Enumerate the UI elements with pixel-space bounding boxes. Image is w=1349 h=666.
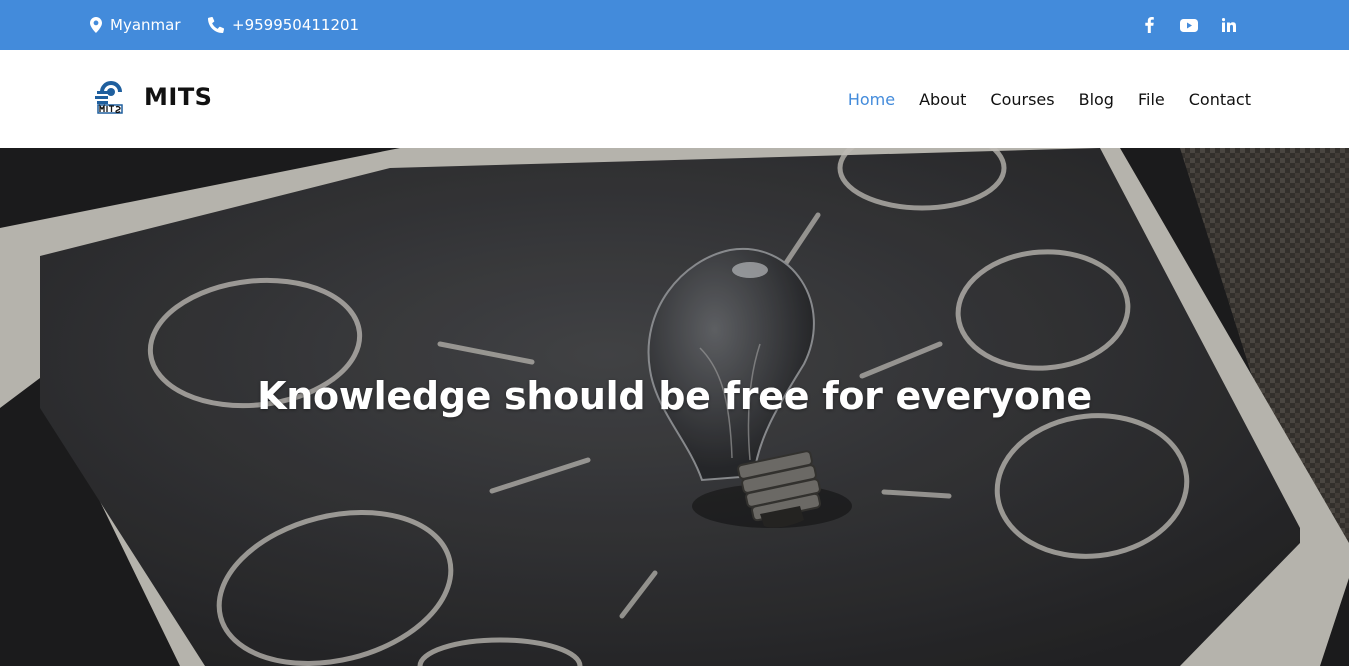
youtube-icon xyxy=(1180,18,1198,32)
linkedin-link[interactable] xyxy=(1209,0,1249,50)
brand-name: MITS xyxy=(144,83,213,111)
map-pin-icon xyxy=(90,17,102,33)
social-links xyxy=(1129,0,1249,50)
linkedin-icon xyxy=(1222,18,1236,32)
phone-icon xyxy=(208,17,224,33)
nav-courses[interactable]: Courses xyxy=(990,90,1054,109)
location-info: Myanmar xyxy=(90,0,181,50)
facebook-icon xyxy=(1144,17,1154,33)
hero-title: Knowledge should be free for everyone xyxy=(257,374,1092,418)
brand[interactable]: MITS xyxy=(94,80,212,114)
location-text: Myanmar xyxy=(110,16,181,34)
top-bar: Myanmar +959950411201 xyxy=(0,0,1349,50)
nav-file[interactable]: File xyxy=(1138,90,1165,109)
main-menu: Home About Courses Blog File Contact xyxy=(824,50,1251,148)
mits-logo-icon xyxy=(95,80,123,114)
nav-blog[interactable]: Blog xyxy=(1079,90,1114,109)
hero-section: Knowledge should be free for everyone xyxy=(0,148,1349,666)
phone-info[interactable]: +959950411201 xyxy=(208,0,359,50)
nav-about[interactable]: About xyxy=(919,90,966,109)
nav-home[interactable]: Home xyxy=(848,90,895,109)
phone-text[interactable]: +959950411201 xyxy=(232,16,359,34)
facebook-link[interactable] xyxy=(1129,0,1169,50)
youtube-link[interactable] xyxy=(1169,0,1209,50)
nav-contact[interactable]: Contact xyxy=(1189,90,1251,109)
main-navbar: MITS Home About Courses Blog File Contac… xyxy=(0,50,1349,148)
